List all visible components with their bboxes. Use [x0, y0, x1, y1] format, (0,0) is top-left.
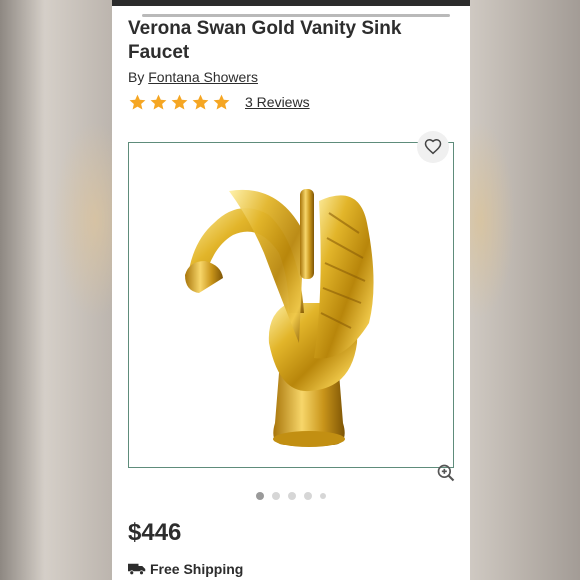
- product-image: [185, 189, 374, 447]
- product-title: Verona Swan Gold Vanity Sink Faucet: [128, 18, 402, 63]
- by-label: By: [128, 69, 145, 85]
- shipping-info: Free Shipping: [128, 561, 243, 577]
- favorite-button[interactable]: [417, 131, 449, 163]
- brand-line: By Fontana Showers: [128, 69, 258, 85]
- zoom-button[interactable]: [436, 463, 456, 483]
- product-image-frame[interactable]: [128, 142, 454, 468]
- zoom-in-icon: [437, 464, 455, 482]
- carousel-dot[interactable]: [320, 493, 326, 499]
- star-icon: [171, 94, 188, 110]
- shipping-label: Free Shipping: [150, 561, 244, 577]
- top-bar: [112, 0, 470, 6]
- reviews-link[interactable]: 3 Reviews: [245, 94, 310, 110]
- carousel-dot[interactable]: [272, 492, 280, 500]
- brand-link[interactable]: Fontana Showers: [148, 69, 258, 85]
- carousel-dots: [112, 492, 470, 500]
- carousel-dot[interactable]: [304, 492, 312, 500]
- background-right: [470, 0, 580, 580]
- price: $446: [128, 519, 182, 546]
- rating-row: 3 Reviews: [128, 91, 310, 113]
- carousel-dot[interactable]: [256, 492, 264, 500]
- star-icon: [192, 94, 209, 110]
- star-icon: [150, 94, 167, 110]
- heart-icon: [424, 138, 442, 155]
- product-panel: Verona Swan Gold Vanity Sink Faucet By F…: [112, 0, 470, 580]
- background-left: [0, 0, 112, 580]
- truck-icon: [128, 563, 146, 576]
- carousel-dot[interactable]: [288, 492, 296, 500]
- star-icon: [213, 94, 230, 110]
- star-icon: [129, 94, 146, 110]
